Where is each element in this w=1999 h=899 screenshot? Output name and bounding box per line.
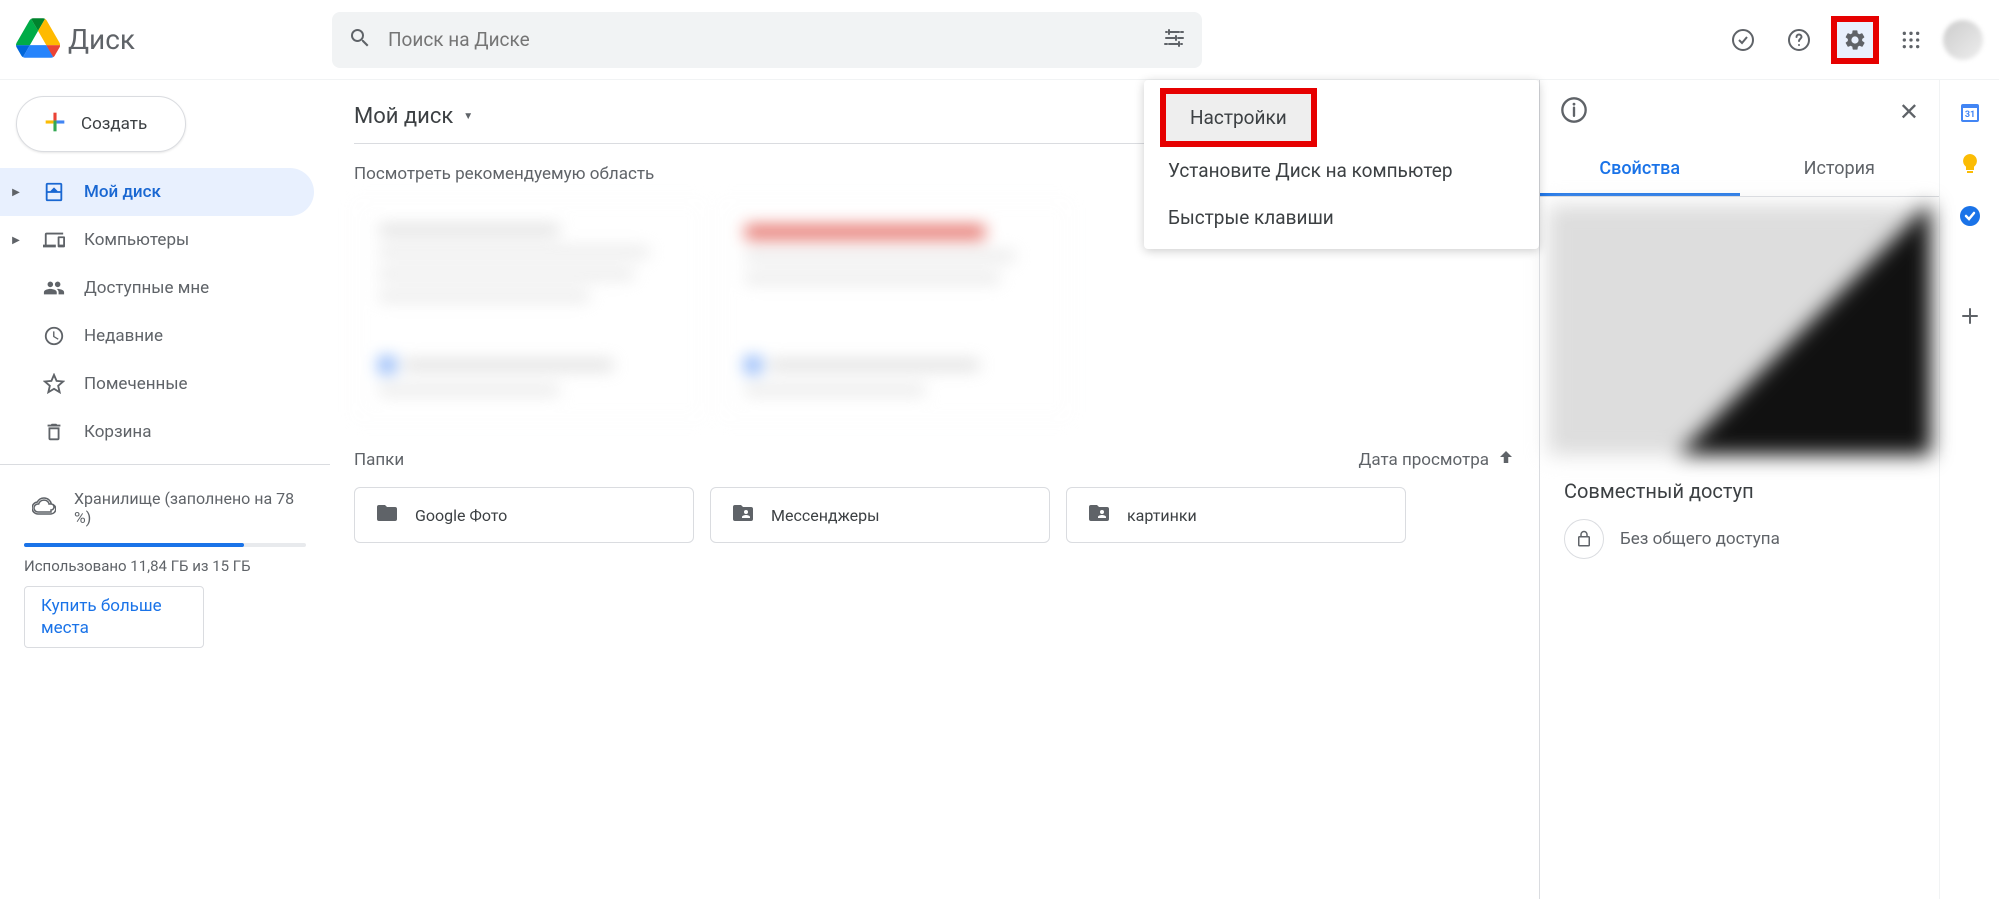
calendar-icon[interactable]: 31 (1958, 100, 1982, 124)
sidebar-item-computers[interactable]: ▶ Компьютеры (0, 216, 314, 264)
menu-item-settings[interactable]: Настройки (1160, 88, 1317, 147)
folder-name: Google Фото (415, 506, 507, 525)
sidebar-item-recent[interactable]: Недавние (0, 312, 314, 360)
storage-row[interactable]: Хранилище (заполнено на 78 %) (32, 489, 306, 527)
storage-bar (24, 543, 306, 547)
sharing-title: Совместный доступ (1564, 479, 1915, 503)
star-icon (42, 373, 66, 395)
close-icon[interactable]: ✕ (1899, 98, 1919, 126)
main-content: Мой диск ▼ Посмотреть рекомендуемую обла… (330, 80, 1539, 899)
lock-icon (1564, 519, 1604, 559)
storage-used-text: Использовано 11,84 ГБ из 15 ГБ (24, 555, 306, 578)
folder-shared-icon (731, 501, 755, 529)
avatar[interactable] (1943, 20, 1983, 60)
help-icon[interactable] (1775, 16, 1823, 64)
tab-properties[interactable]: Свойства (1540, 144, 1740, 196)
plus-icon (41, 108, 69, 141)
panel-tabs: Свойства История (1540, 144, 1939, 197)
tab-history[interactable]: История (1740, 144, 1940, 196)
arrow-up-icon (1497, 448, 1515, 471)
sidebar-item-trash[interactable]: Корзина (0, 408, 314, 456)
cloud-icon (32, 494, 56, 522)
search-input[interactable] (388, 28, 1162, 51)
info-icon[interactable] (1560, 96, 1588, 128)
search-bar[interactable] (332, 12, 1202, 68)
details-panel: ✕ Свойства История Совместный доступ Без… (1539, 80, 1939, 899)
expand-icon[interactable]: ▶ (8, 187, 24, 198)
folder-name: картинки (1127, 506, 1197, 525)
folder-item[interactable]: Google Фото (354, 487, 694, 543)
sort-control[interactable]: Дата просмотра (1359, 448, 1515, 471)
storage-section: Хранилище (заполнено на 78 %) Использова… (0, 473, 330, 656)
folder-name: Мессенджеры (771, 506, 880, 525)
folder-item[interactable]: картинки (1066, 487, 1406, 543)
apps-grid-icon[interactable] (1887, 16, 1935, 64)
folder-icon (375, 501, 399, 529)
app-name: Диск (68, 23, 135, 56)
drive-icon (42, 181, 66, 203)
panel-preview (1548, 205, 1931, 455)
computers-icon (42, 229, 66, 251)
sidebar-item-shared[interactable]: Доступные мне (0, 264, 314, 312)
sidebar: Создать ▶ Мой диск ▶ Компьютеры Доступны… (0, 80, 330, 899)
folders-section-header: Папки Дата просмотра (354, 448, 1515, 471)
sidebar-item-my-drive[interactable]: ▶ Мой диск (0, 168, 314, 216)
side-rail: 31 (1939, 80, 1999, 899)
sidebar-item-starred[interactable]: Помеченные (0, 360, 314, 408)
preview-card[interactable] (720, 200, 1070, 420)
menu-item-shortcuts[interactable]: Быстрые клавиши (1144, 194, 1539, 241)
folder-shared-icon (1087, 501, 1111, 529)
settings-gear-icon[interactable] (1831, 16, 1879, 64)
folders-grid: Google Фото Мессенджеры картинки (354, 487, 1515, 543)
logo-area[interactable]: Диск (16, 18, 316, 62)
folder-item[interactable]: Мессенджеры (710, 487, 1050, 543)
trash-icon (42, 421, 66, 443)
recent-icon (42, 325, 66, 347)
drive-logo-icon (16, 18, 60, 62)
svg-text:31: 31 (1964, 110, 1974, 120)
header: Диск (0, 0, 1999, 80)
sharing-status-row: Без общего доступа (1564, 519, 1915, 559)
search-options-icon[interactable] (1162, 26, 1186, 54)
shared-icon (42, 277, 66, 299)
expand-icon[interactable]: ▶ (8, 235, 24, 246)
search-icon (348, 26, 372, 54)
chevron-down-icon: ▼ (463, 111, 473, 122)
ready-offline-icon[interactable] (1719, 16, 1767, 64)
menu-item-install-desktop[interactable]: Установите Диск на компьютер (1144, 147, 1539, 194)
header-icons (1719, 16, 1983, 64)
keep-icon[interactable] (1958, 152, 1982, 176)
create-button[interactable]: Создать (16, 96, 186, 152)
tasks-icon[interactable] (1958, 204, 1982, 228)
buy-storage-button[interactable]: Купить больше места (24, 586, 204, 648)
add-rail-icon[interactable] (1958, 304, 1982, 328)
preview-card[interactable] (354, 200, 704, 420)
settings-menu: Настройки Установите Диск на компьютер Б… (1144, 80, 1539, 249)
